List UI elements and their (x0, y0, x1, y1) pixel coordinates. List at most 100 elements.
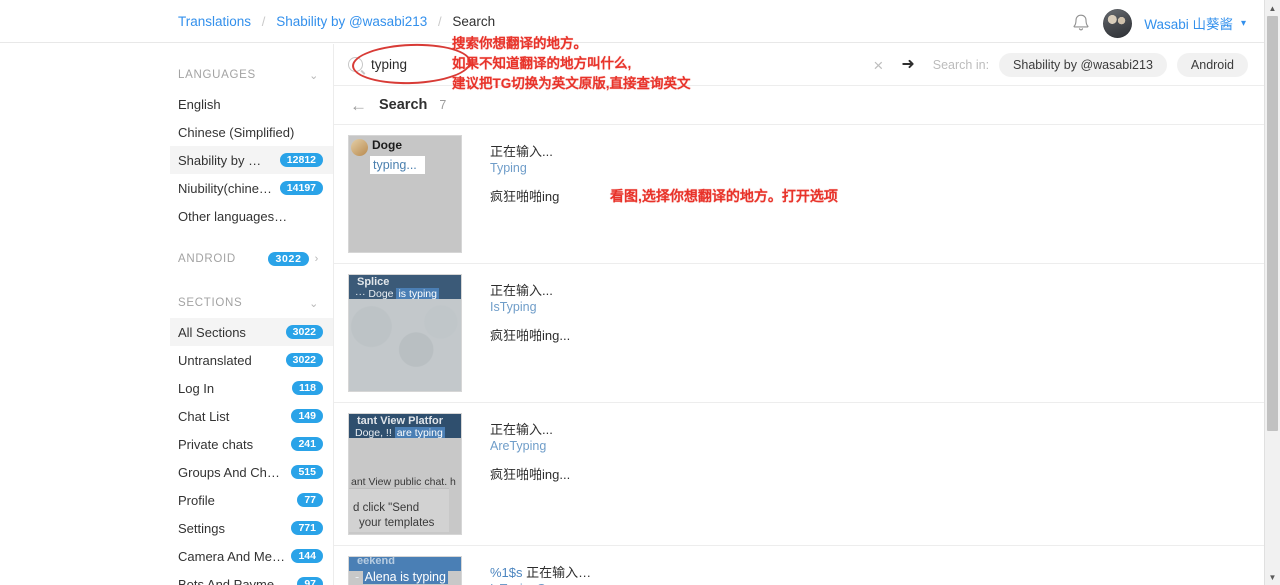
sidebar-item-camera-and-media[interactable]: Camera And Media 144 (170, 542, 333, 570)
sidebar-item-label: Shability by @was… (178, 152, 274, 168)
sidebar-item-groups-and-channels[interactable]: Groups And Channels 515 (170, 458, 333, 486)
result-thumbnail[interactable]: Doge typing... (348, 135, 462, 253)
sidebar-item-label: Groups And Channels (178, 464, 285, 480)
sidebar-item-badge: 77 (297, 493, 323, 507)
arrow-left-icon[interactable]: ← (350, 97, 367, 114)
sidebar-item-badge: 3022 (285, 353, 323, 367)
result-text: %1$s 正在输入… IsTypingGroup (462, 556, 1264, 585)
sidebar-item-chinese-simplified[interactable]: Chinese (Simplified) (170, 118, 333, 146)
sidebar-group-languages-label: LANGUAGES (178, 69, 256, 81)
sidebar-item-label: Log In (178, 380, 215, 396)
thumbnail-body-line: your templates (359, 517, 435, 529)
result-thumbnail[interactable]: eekend - Alena is typing (348, 556, 462, 585)
close-icon[interactable]: × (869, 57, 887, 74)
sidebar-item-untranslated[interactable]: Untranslated 3022 (170, 346, 333, 374)
sidebar-item-badge: 149 (291, 409, 323, 423)
sidebar-item-private-chats[interactable]: Private chats 241 (170, 430, 333, 458)
sidebar-item-settings[interactable]: Settings 771 (170, 514, 333, 542)
sidebar-item-label: Chinese (Simplified) (178, 124, 295, 140)
thumbnail-body-line: d click "Send (353, 502, 420, 514)
sidebar-item-badge: 118 (292, 381, 323, 395)
result-key: AreTyping (490, 439, 547, 453)
filter-chip-project[interactable]: Shability by @wasabi213 (999, 53, 1167, 77)
sidebar-item-bots-and-payments[interactable]: Bots And Payments 97 (170, 570, 333, 585)
sidebar-item-label: English (178, 96, 221, 112)
result-text: 正在输入... Typing 疯狂啪啪ing (462, 135, 1264, 253)
result-source-placeholder: %1$s (490, 565, 523, 580)
result-translation: 疯狂啪啪ing... (490, 328, 571, 343)
sidebar-item-label: Private chats (178, 436, 254, 452)
result-source-string: 正在输入... (490, 283, 553, 298)
scrollbar[interactable]: ▲ ▼ (1264, 0, 1280, 585)
sidebar-item-niubility[interactable]: Niubility(chinese) 14197 (170, 174, 333, 202)
sidebar-item-label: All Sections (178, 324, 246, 340)
result-row[interactable]: tant View Platfor Doge, !! are typing an… (334, 403, 1264, 546)
arrow-right-icon[interactable]: ➜ (897, 57, 918, 73)
sidebar-group-android-badge: 3022 (268, 252, 309, 266)
sidebar-group-android-label: ANDROID (178, 253, 236, 265)
result-thumbnail[interactable]: tant View Platfor Doge, !! are typing an… (348, 413, 462, 535)
chevron-down-icon[interactable]: ▾ (1241, 18, 1246, 29)
search-bar: × ➜ Search in: Shability by @wasabi213 A… (334, 44, 1264, 86)
breadcrumb: Translations / Shability by @wasabi213 /… (178, 14, 495, 30)
thumbnail-chat-name: tant View Platfor (357, 415, 443, 427)
scrollbar-thumb[interactable] (1267, 16, 1278, 431)
sidebar-group-languages[interactable]: LANGUAGES ⌄ (170, 60, 333, 90)
sidebar-item-label: Profile (178, 492, 215, 508)
sidebar-group-sections[interactable]: SECTIONS ⌄ (170, 288, 333, 318)
breadcrumb-item-search: Search (452, 14, 496, 29)
sidebar-item-badge: 241 (291, 437, 323, 451)
sidebar-group-android[interactable]: ANDROID 3022 › (170, 244, 333, 274)
breadcrumb-separator: / (261, 14, 266, 29)
sidebar-group-sections-label: SECTIONS (178, 297, 243, 309)
results-count: 7 (439, 98, 447, 112)
result-thumbnail[interactable]: Splice ··· Doge is typing (348, 274, 462, 392)
sidebar-item-other-languages[interactable]: Other languages… (170, 202, 333, 230)
result-key: Typing (490, 161, 527, 175)
thumbnail-status-prefix: - (355, 570, 360, 584)
sidebar-item-label: Niubility(chinese) (178, 180, 274, 196)
search-in-label: Search in: (932, 58, 990, 72)
result-row[interactable]: Doge typing... 正在输入... Typing 疯狂啪啪ing (334, 125, 1264, 264)
search-bar-controls: × ➜ Search in: Shability by @wasabi213 A… (869, 44, 1248, 86)
sidebar-item-badge: 97 (297, 577, 323, 585)
result-source-rest: 正在输入… (522, 565, 592, 580)
thumbnail-body (349, 299, 461, 391)
sidebar-item-shability[interactable]: Shability by @was… 12812 (170, 146, 333, 174)
scroll-down-icon[interactable]: ▼ (1265, 569, 1280, 585)
result-text: 正在输入... AreTyping 疯狂啪啪ing... (462, 413, 1264, 535)
sidebar-item-english[interactable]: English (170, 90, 333, 118)
results-title: Search (379, 97, 428, 113)
chevron-down-icon: ⌄ (309, 69, 319, 82)
sidebar-item-profile[interactable]: Profile 77 (170, 486, 333, 514)
search-input[interactable] (363, 57, 663, 72)
sidebar-item-badge: 3022 (285, 325, 323, 339)
breadcrumb-item-project[interactable]: Shability by @wasabi213 (276, 14, 427, 29)
result-source-string: 正在输入... (490, 144, 553, 159)
bell-icon[interactable] (1071, 12, 1091, 34)
page-root: Translations / Shability by @wasabi213 /… (0, 0, 1280, 585)
top-bar: Translations / Shability by @wasabi213 /… (0, 0, 1264, 43)
breadcrumb-separator: / (438, 14, 442, 29)
sidebar-item-badge: 144 (291, 549, 323, 563)
sidebar-item-label: Camera And Media (178, 548, 286, 564)
sidebar-item-all-sections[interactable]: All Sections 3022 (170, 318, 333, 346)
sidebar-item-badge: 515 (291, 465, 323, 479)
search-icon (348, 57, 363, 72)
username-label[interactable]: Wasabi 山葵酱 (1144, 13, 1233, 33)
result-translation: 疯狂啪啪ing... (490, 467, 571, 482)
sidebar-item-badge: 771 (291, 521, 323, 535)
avatar[interactable] (1103, 8, 1133, 38)
thumbnail-status-highlight: Alena is typing (362, 570, 448, 584)
result-row[interactable]: Splice ··· Doge is typing 正在输入... IsTypi… (334, 264, 1264, 403)
sidebar: LANGUAGES ⌄ English Chinese (Simplified)… (170, 44, 334, 585)
avatar (351, 139, 368, 156)
sidebar-item-chat-list[interactable]: Chat List 149 (170, 402, 333, 430)
filter-chip-platform[interactable]: Android (1176, 53, 1248, 77)
breadcrumb-item-translations[interactable]: Translations (178, 14, 251, 29)
result-row[interactable]: eekend - Alena is typing %1$s 正在输入… IsTy… (334, 546, 1264, 585)
scroll-up-icon[interactable]: ▲ (1265, 0, 1280, 16)
sidebar-item-log-in[interactable]: Log In 118 (170, 374, 333, 402)
